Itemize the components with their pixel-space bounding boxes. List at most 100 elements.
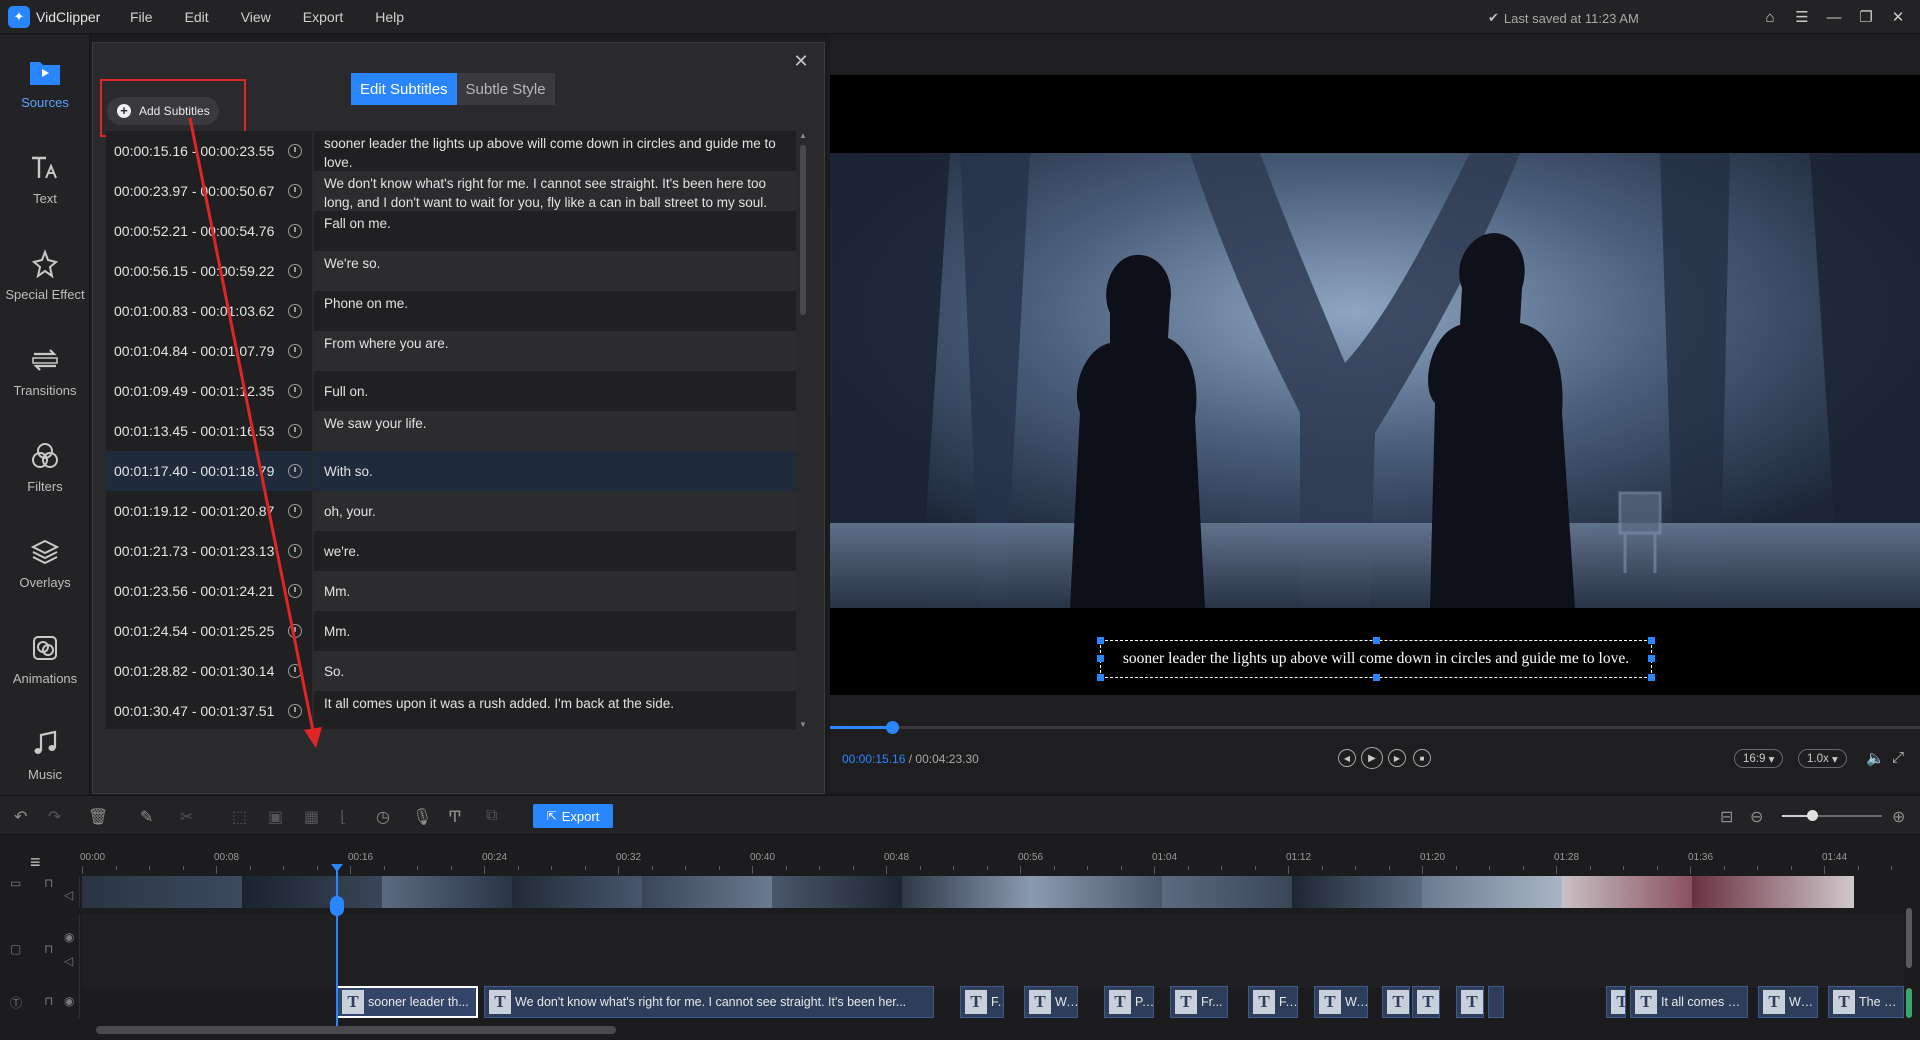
resize-handle[interactable] — [1097, 674, 1104, 681]
menu-export[interactable]: Export — [287, 9, 359, 25]
export-button[interactable]: ⇱ Export — [533, 804, 613, 828]
subtitle-text[interactable]: It all comes upon it was a rush added. I… — [314, 691, 796, 729]
previous-frame-icon[interactable]: ◀ — [1338, 749, 1356, 767]
subtitle-text[interactable]: We don't know what's right for me. I can… — [314, 171, 796, 211]
subtitle-clip[interactable]: T — [1456, 986, 1484, 1018]
clock-icon[interactable] — [288, 424, 302, 438]
subtitle-time[interactable]: 00:01:00.83 - 00:01:03.62 — [106, 291, 312, 331]
subtitle-text[interactable]: We're so. — [314, 251, 796, 291]
clock-icon[interactable] — [288, 144, 302, 158]
subtitle-clip[interactable]: T The heart ha — [1828, 986, 1904, 1018]
play-icon[interactable]: ▶ — [1361, 747, 1383, 769]
clock-icon[interactable] — [288, 264, 302, 278]
lock-icon[interactable]: ⊓ — [44, 942, 53, 956]
subtitle-text[interactable]: Phone on me. — [314, 291, 796, 331]
scrollbar-thumb[interactable] — [800, 145, 806, 315]
subtitle-text[interactable]: oh, your. — [314, 491, 796, 531]
zoom-in-icon[interactable]: ⊕ — [1892, 807, 1905, 827]
zoom-slider-handle[interactable] — [1807, 810, 1818, 821]
subtitle-row[interactable]: 00:01:09.49 - 00:01:12.35 Full on. — [106, 371, 796, 411]
sidebar-item-sources[interactable]: Sources — [0, 35, 90, 129]
subtitle-row[interactable]: 00:01:17.40 - 00:01:18.79 With so. — [106, 451, 796, 491]
timeline-horizontal-scrollbar[interactable] — [96, 1026, 616, 1034]
sidebar-item-animations[interactable]: Animations — [0, 611, 90, 705]
subtitle-text[interactable]: With so. — [314, 451, 796, 491]
subtitle-time[interactable]: 00:00:52.21 - 00:00:54.76 — [106, 211, 312, 251]
clock-icon[interactable] — [288, 464, 302, 478]
edit-icon[interactable]: ✎ — [140, 807, 153, 827]
subtitle-time[interactable]: 00:01:09.49 - 00:01:12.35 — [106, 371, 312, 411]
volume-icon[interactable]: 🔈 — [1866, 749, 1885, 767]
clock-icon[interactable] — [288, 184, 302, 198]
subtitle-text[interactable]: Mm. — [314, 571, 796, 611]
freeze-frame-icon[interactable]: ▣ — [268, 807, 283, 827]
subtitle-text[interactable]: We saw your life. — [314, 411, 796, 451]
subtitle-time[interactable]: 00:01:17.40 - 00:01:18.79 — [106, 451, 312, 491]
clock-icon[interactable] — [288, 304, 302, 318]
menu-file[interactable]: File — [114, 9, 169, 25]
subtitle-clip[interactable]: T — [1382, 986, 1410, 1018]
tab-subtle-style[interactable]: Subtle Style — [456, 73, 555, 105]
clock-icon[interactable] — [288, 624, 302, 638]
clock-icon[interactable] — [288, 504, 302, 518]
delete-icon[interactable]: 🗑 — [88, 807, 108, 827]
bracket-icon[interactable]: ⌊ — [340, 807, 346, 827]
subtitle-clip[interactable]: Tsooner leader th... — [336, 986, 478, 1018]
subtitle-row[interactable]: 00:01:30.47 - 00:01:37.51 It all comes u… — [106, 691, 796, 729]
sidebar-item-music[interactable]: Music — [0, 707, 90, 801]
subtitle-time[interactable]: 00:00:56.15 - 00:00:59.22 — [106, 251, 312, 291]
subtitle-time[interactable]: 00:00:15.16 - 00:00:23.55 — [106, 131, 312, 171]
resize-handle[interactable] — [1648, 655, 1655, 662]
next-frame-icon[interactable]: ▶ — [1388, 749, 1406, 767]
subtitle-clip[interactable] — [1488, 986, 1504, 1018]
subtitle-time[interactable]: 00:01:13.45 - 00:01:16.53 — [106, 411, 312, 451]
subtitle-time[interactable]: 00:01:21.73 - 00:01:23.13 — [106, 531, 312, 571]
redo-icon[interactable]: ↷ — [48, 807, 61, 827]
resize-handle[interactable] — [1648, 674, 1655, 681]
text-to-speech-icon[interactable]: Ͳ — [448, 807, 462, 827]
subtitle-clip[interactable]: T We don't know what's right for me. I ca… — [484, 986, 934, 1018]
subtitle-track[interactable]: Tsooner leader th... T We don't know what… — [82, 986, 1904, 1018]
subtitle-clip[interactable]: T — [1606, 986, 1626, 1018]
subtitle-row[interactable]: 00:01:04.84 - 00:01:07.79 From where you… — [106, 331, 796, 371]
subtitle-row[interactable]: 00:01:28.82 - 00:01:30.14 So. — [106, 651, 796, 691]
playhead-marker[interactable] — [331, 864, 343, 872]
resize-handle[interactable] — [1648, 637, 1655, 644]
replace-icon[interactable]: ⧉ — [486, 807, 497, 825]
subtitle-row[interactable]: 00:00:15.16 - 00:00:23.55 sooner leader … — [106, 131, 796, 171]
clock-icon[interactable] — [288, 584, 302, 598]
add-subtitles-button[interactable]: + Add Subtitles — [107, 97, 219, 125]
resize-handle[interactable] — [1373, 637, 1380, 644]
menu-edit[interactable]: Edit — [169, 9, 225, 25]
subtitle-clip[interactable]: T P... — [1104, 986, 1154, 1018]
eye-icon[interactable]: ◉ — [64, 930, 74, 944]
playback-speed-select[interactable]: 1.0x ▾ — [1798, 749, 1847, 768]
subtitle-time[interactable]: 00:01:30.47 - 00:01:37.51 — [106, 691, 312, 729]
subtitle-time[interactable]: 00:00:23.97 - 00:00:50.67 — [106, 171, 312, 211]
crop-icon[interactable]: ⬚ — [232, 807, 247, 827]
tab-edit-subtitles[interactable]: Edit Subtitles — [351, 73, 457, 105]
subtitle-row[interactable]: 00:00:23.97 - 00:00:50.67 We don't know … — [106, 171, 796, 211]
subtitle-overlay[interactable]: sooner leader the lights up above will c… — [1097, 637, 1655, 681]
playhead-handle[interactable] — [330, 896, 344, 916]
subtitle-time[interactable]: 00:01:24.54 - 00:01:25.25 — [106, 611, 312, 651]
subtitle-time[interactable]: 00:01:04.84 - 00:01:07.79 — [106, 331, 312, 371]
stop-icon[interactable]: ■ — [1413, 749, 1431, 767]
undo-icon[interactable]: ↶ — [14, 807, 27, 827]
mosaic-icon[interactable]: ▦ — [304, 807, 319, 827]
maximize-icon[interactable]: ❐ — [1852, 7, 1880, 27]
sidebar-item-special-effect[interactable]: Special Effect — [0, 227, 90, 321]
fit-timeline-icon[interactable]: ⊟ — [1720, 807, 1733, 827]
close-window-icon[interactable]: ✕ — [1884, 7, 1912, 27]
subtitle-text[interactable]: sooner leader the lights up above will c… — [314, 131, 796, 171]
clock-icon[interactable] — [288, 664, 302, 678]
clock-icon[interactable] — [288, 384, 302, 398]
clock-icon[interactable] — [288, 704, 302, 718]
subtitle-clip[interactable]: T F... — [960, 986, 1004, 1018]
menu-help[interactable]: Help — [359, 9, 420, 25]
subtitle-clip[interactable]: T W... — [1314, 986, 1368, 1018]
menu-view[interactable]: View — [225, 9, 287, 25]
zoom-out-icon[interactable]: ⊖ — [1750, 807, 1763, 827]
subtitle-text[interactable]: So. — [314, 651, 796, 691]
video-clip-track[interactable] — [82, 876, 1904, 908]
